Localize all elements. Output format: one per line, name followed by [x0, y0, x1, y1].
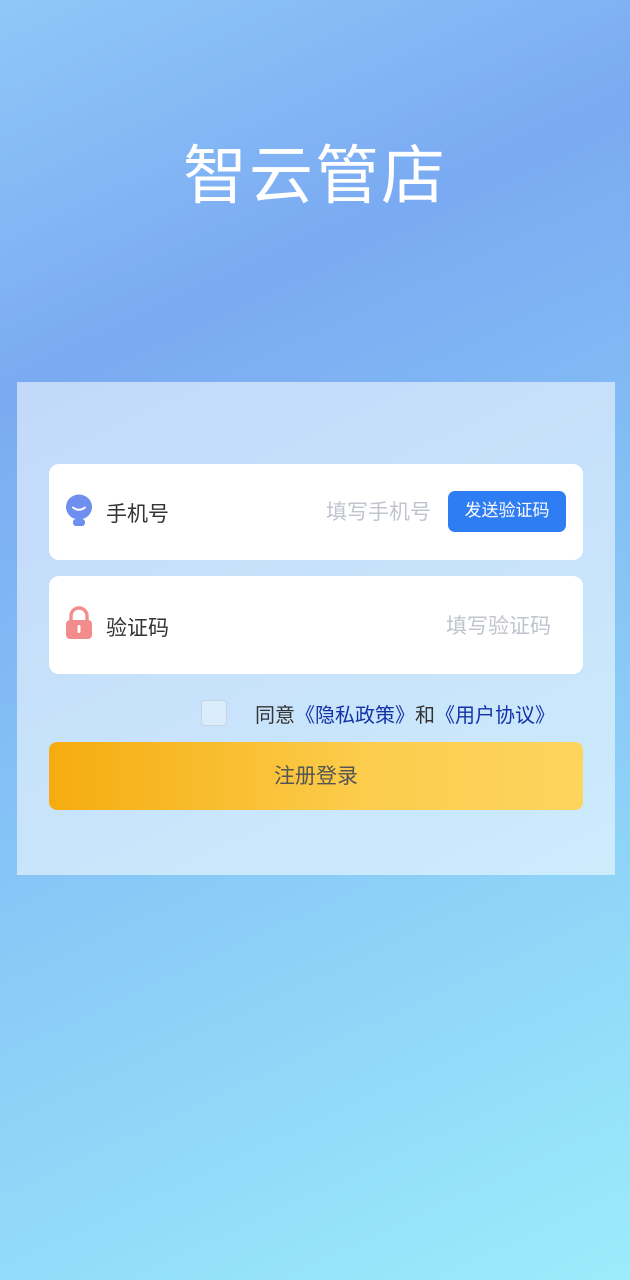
code-label: 验证码	[106, 616, 169, 640]
code-input[interactable]	[349, 610, 551, 642]
phone-label: 手机号	[106, 502, 169, 526]
login-panel: 手机号 发送验证码 验证码 同意 《隐私政策》 和 《用户协议》 注册登录	[17, 382, 615, 875]
register-login-button[interactable]: 注册登录	[49, 742, 583, 810]
phone-field: 手机号 发送验证码	[49, 464, 583, 560]
code-field: 验证码	[49, 576, 583, 674]
phone-input[interactable]	[249, 496, 431, 528]
user-agreement-link[interactable]: 《用户协议》	[435, 699, 555, 728]
user-avatar-icon	[66, 494, 92, 526]
agreement-conjunction: 和	[415, 702, 435, 727]
lock-icon	[66, 606, 92, 639]
agreement-prefix: 同意	[255, 702, 295, 727]
privacy-policy-link[interactable]: 《隐私政策》	[295, 699, 415, 728]
agreement-row: 同意 《隐私政策》 和 《用户协议》	[201, 698, 555, 728]
agreement-checkbox[interactable]	[201, 700, 227, 726]
send-code-button[interactable]: 发送验证码	[448, 491, 566, 532]
app-title: 智云管店	[183, 140, 447, 214]
